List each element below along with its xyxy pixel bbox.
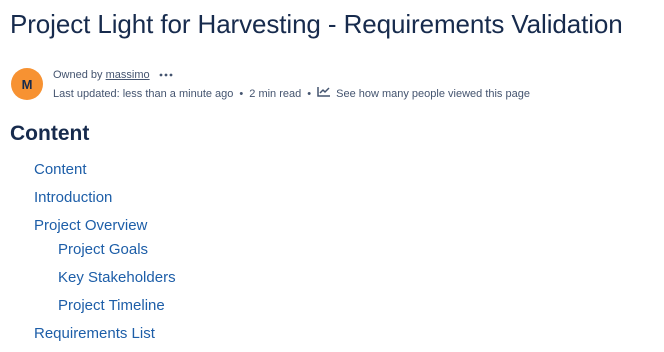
page-analytics-link[interactable]: See how many people viewed this page [317,86,530,102]
owner-avatar[interactable]: M [11,68,43,100]
toc-item-project-goals[interactable]: Project Goals [58,236,148,264]
last-updated-text: Last updated: less than a minute ago [53,88,234,100]
page-title: Project Light for Harvesting - Requireme… [10,9,623,39]
toc-item-project-timeline[interactable]: Project Timeline [58,292,165,320]
owner-name-link[interactable]: massimo [106,69,150,81]
analytics-label: See how many people viewed this page [336,88,530,100]
toc-item-key-stakeholders[interactable]: Key Stakeholders [58,264,176,292]
page-byline: M Owned by massimo Last updated: less th… [11,67,651,103]
owned-by-label: Owned by [53,69,103,81]
toc-heading: Content [10,122,90,145]
toc-item-requirements-list[interactable]: Requirements List [34,320,155,348]
owner-line: Owned by massimo [53,67,173,83]
more-horizontal-icon[interactable] [159,67,173,83]
separator-dot: • [307,88,312,100]
meta-line: Last updated: less than a minute ago • 2… [53,86,530,102]
read-time-text: 2 min read [249,88,302,100]
toc-item-content[interactable]: Content [34,156,87,184]
avatar-initial: M [21,76,33,92]
line-chart-icon [317,86,331,102]
toc-item-introduction[interactable]: Introduction [34,184,112,212]
separator-dot: • [239,88,244,100]
